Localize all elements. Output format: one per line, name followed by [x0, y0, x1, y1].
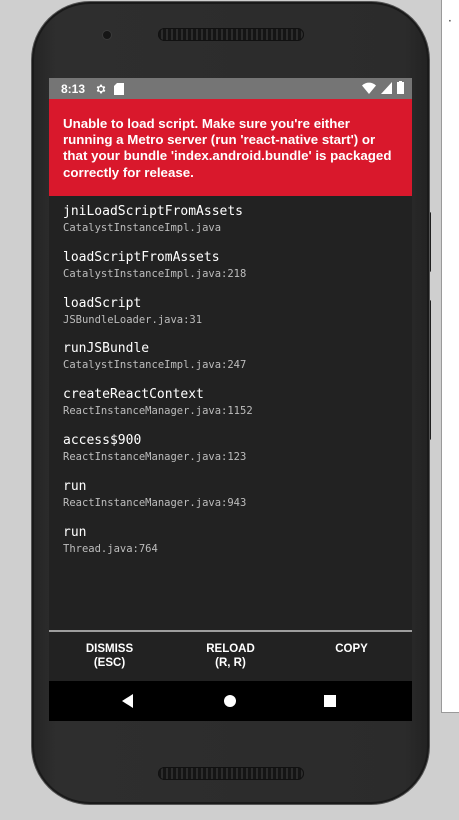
stack-frame[interactable]: access$900 ReactInstanceManager.java:123: [63, 433, 412, 479]
copy-button[interactable]: COPY: [291, 632, 412, 681]
home-circle-icon[interactable]: [221, 692, 239, 710]
error-message-banner: Unable to load script. Make sure you're …: [49, 99, 412, 196]
emulator-side-panel: ·: [441, 0, 459, 713]
stack-frame[interactable]: run Thread.java:764: [63, 525, 412, 571]
stack-frame-file: CatalystInstanceImpl.java:247: [63, 359, 247, 372]
recents-square-icon[interactable]: [321, 692, 339, 710]
reload-button[interactable]: RELOAD (R, R): [170, 632, 291, 681]
stack-frame-file: CatalystInstanceImpl.java: [63, 222, 222, 234]
stack-frame-method: access$900: [63, 432, 142, 448]
stack-frame-file: ReactInstanceManager.java:1152: [63, 405, 253, 418]
dismiss-button-shortcut: (ESC): [93, 657, 126, 669]
stack-frame-file: ReactInstanceManager.java:943: [63, 496, 247, 509]
stack-frame[interactable]: run ReactInstanceManager.java:943: [63, 479, 412, 525]
back-triangle-icon[interactable]: [119, 692, 137, 710]
stack-frame[interactable]: runJSBundle CatalystInstanceImpl.java:24…: [63, 341, 412, 387]
stack-frame-method: loadScriptFromAssets: [63, 249, 220, 265]
wifi-icon: [362, 82, 376, 97]
status-time: 8:13: [61, 81, 86, 96]
redbox-actions-bar: DISMISS (ESC) RELOAD (R, R) COPY: [49, 632, 412, 681]
dismiss-button-label: DISMISS: [85, 643, 134, 655]
status-bar: 8:13: [49, 78, 412, 99]
cellular-signal-icon: [381, 81, 392, 97]
bottom-speaker-grille: [158, 767, 304, 780]
stack-frame-method: runJSBundle: [63, 341, 150, 357]
copy-button-label: COPY: [335, 643, 368, 655]
dismiss-button[interactable]: DISMISS (ESC): [49, 632, 170, 681]
device-screen: 8:13 Unable to load script. Make sure yo…: [49, 78, 412, 721]
stack-frame-method: loadScript: [63, 295, 142, 311]
reload-button-label: RELOAD: [206, 643, 255, 655]
stack-frame-method: run: [63, 478, 87, 494]
stack-frame-file: CatalystInstanceImpl.java:218: [63, 267, 247, 280]
reload-button-shortcut: (R, R): [215, 657, 246, 669]
stack-frame[interactable]: jniLoadScriptFromAssets CatalystInstance…: [63, 204, 412, 250]
stack-frame-method: run: [63, 524, 87, 540]
top-speaker-grille: [158, 28, 304, 41]
settings-gear-icon: [95, 83, 107, 95]
front-camera: [103, 31, 111, 39]
stack-frame-file: ReactInstanceManager.java:123: [63, 450, 247, 463]
stack-frame[interactable]: loadScriptFromAssets CatalystInstanceImp…: [63, 250, 412, 296]
side-panel-marker: ·: [448, 14, 452, 28]
stack-frame-method: jniLoadScriptFromAssets: [63, 204, 244, 219]
battery-icon: [397, 81, 404, 97]
stack-frame[interactable]: createReactContext ReactInstanceManager.…: [63, 387, 412, 433]
stack-frame-file: Thread.java:764: [63, 542, 158, 555]
stack-trace-list: jniLoadScriptFromAssets CatalystInstance…: [49, 196, 412, 570]
android-nav-bar: [49, 681, 412, 721]
stack-frame-method: createReactContext: [63, 387, 204, 403]
stack-frame[interactable]: loadScript JSBundleLoader.java:31: [63, 296, 412, 342]
status-right-icons: [362, 81, 404, 97]
sd-card-icon: [114, 82, 125, 95]
stack-frame-file: JSBundleLoader.java:31: [63, 313, 203, 326]
